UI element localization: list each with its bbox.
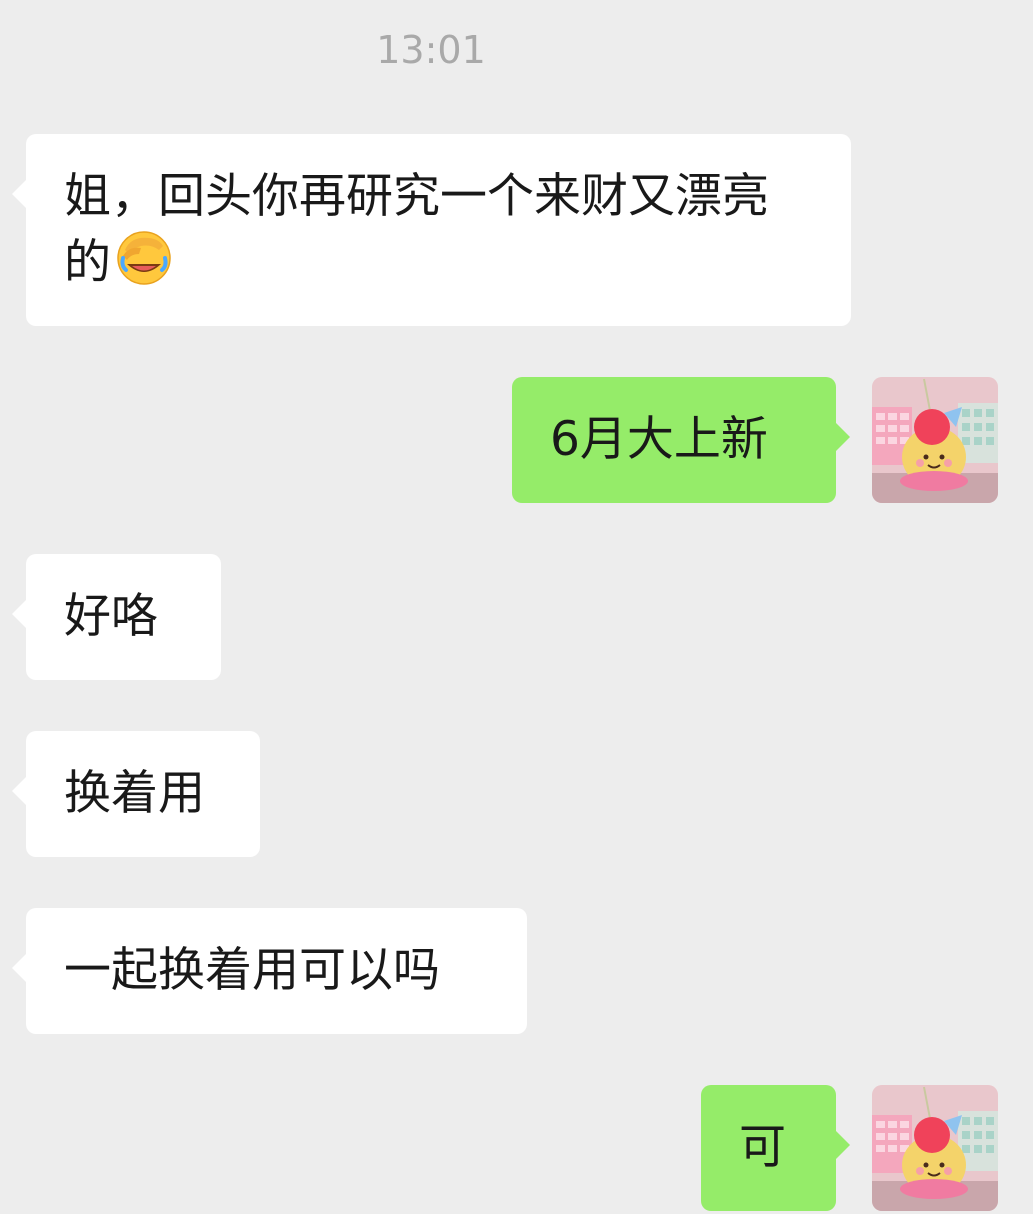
message-text: 姐，回头你再研究一个来财又漂亮的 xyxy=(64,169,769,290)
message-bubble-received[interactable]: 好咯 xyxy=(12,554,221,680)
plush-toy-avatar xyxy=(872,1085,998,1211)
message-text: 6月大上新 xyxy=(550,412,768,467)
message-text: 一起换着用可以吗 xyxy=(64,943,440,998)
user-avatar[interactable] xyxy=(872,1085,998,1211)
message-bubble-received[interactable]: 一起换着用可以吗 xyxy=(12,908,527,1034)
plush-toy-avatar xyxy=(872,377,998,503)
message-bubble-received[interactable]: 换着用 xyxy=(12,731,260,857)
message-bubble-received[interactable]: 姐，回头你再研究一个来财又漂亮的 xyxy=(12,134,851,326)
message-text: 好咯 xyxy=(64,589,158,644)
message-bubble-sent[interactable]: 6月大上新 xyxy=(512,377,850,503)
message-text: 换着用 xyxy=(64,766,205,821)
face-palm-laughing-emoji xyxy=(115,228,173,286)
message-bubble-sent[interactable]: 可 xyxy=(701,1085,850,1211)
message-text: 可 xyxy=(739,1120,786,1175)
message-timestamp: 13:01 xyxy=(376,28,486,72)
user-avatar[interactable] xyxy=(872,377,998,503)
